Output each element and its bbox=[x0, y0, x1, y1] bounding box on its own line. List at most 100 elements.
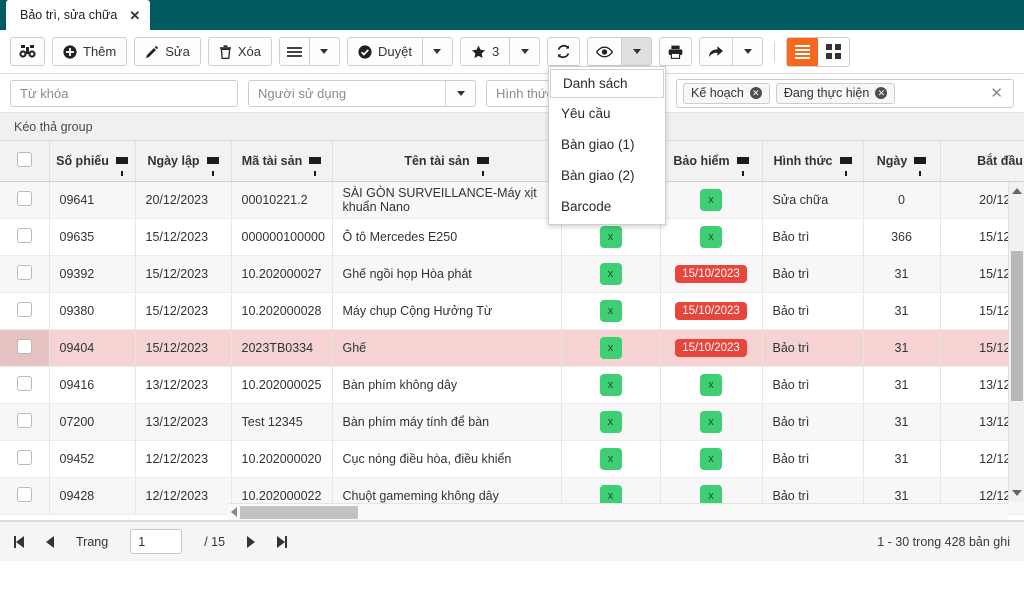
table-row[interactable]: 09641 20/12/2023 00010221.2 SÀI GÒN SURVEIL… bbox=[0, 181, 1024, 219]
filter-bar: Từ khóa Người sử dụng Hình thức Kế hoạch… bbox=[0, 74, 1024, 113]
row-checkbox-cell[interactable] bbox=[0, 403, 50, 441]
menu-item-2[interactable]: Bàn giao (1) bbox=[549, 129, 665, 160]
eye-button[interactable] bbox=[587, 37, 623, 66]
row-checkbox[interactable] bbox=[16, 375, 32, 391]
approve-caret[interactable] bbox=[422, 37, 453, 66]
page-input[interactable] bbox=[130, 529, 183, 554]
table-row[interactable]: 09452 12/12/2023 10.202000020 Cục nóng điều… bbox=[0, 440, 1024, 478]
delete-button[interactable]: Xóa bbox=[207, 37, 272, 66]
filter-icon[interactable] bbox=[736, 157, 749, 177]
user-select[interactable]: Người sử dụng bbox=[248, 79, 476, 107]
share-caret[interactable] bbox=[733, 37, 764, 66]
col-bat-dau[interactable]: Bắt đầu bbox=[940, 141, 1024, 182]
row-checkbox[interactable] bbox=[16, 301, 32, 317]
filter-icon[interactable] bbox=[206, 157, 219, 177]
tag-dang-thuc-hien[interactable]: Đang thực hiện ✕ bbox=[775, 82, 896, 104]
view-list-button[interactable] bbox=[787, 37, 819, 66]
list-menu-button[interactable] bbox=[278, 37, 310, 66]
star-button[interactable]: 3 bbox=[459, 37, 511, 66]
approve-button[interactable]: Duyệt bbox=[346, 37, 423, 66]
add-button[interactable]: Thêm bbox=[52, 37, 128, 66]
row-checkbox[interactable] bbox=[16, 190, 32, 206]
star-caret[interactable] bbox=[510, 37, 541, 66]
insurance-date-badge: 15/10/2023 bbox=[675, 338, 747, 357]
col-ngay-lap[interactable]: Ngày lập bbox=[135, 141, 232, 182]
col-ten-tai-san[interactable]: Tên tài sản bbox=[332, 141, 562, 182]
table-row[interactable]: 09380 15/12/2023 10.202000028 Máy chụp Cộng… bbox=[0, 292, 1024, 330]
prev-page-button[interactable] bbox=[46, 535, 54, 548]
close-icon[interactable]: ✕ bbox=[129, 9, 140, 22]
horizontal-scrollbar[interactable] bbox=[228, 503, 1008, 520]
share-group bbox=[699, 37, 764, 66]
chevron-down-icon[interactable] bbox=[445, 80, 475, 106]
col-hinh-thuc[interactable]: Hình thức bbox=[762, 141, 864, 182]
menu-item-4[interactable]: Barcode bbox=[549, 191, 665, 222]
first-page-button[interactable] bbox=[14, 535, 24, 548]
row-checkbox[interactable] bbox=[16, 338, 32, 354]
filter-icon[interactable] bbox=[839, 157, 852, 177]
cell-bao-hiem: x bbox=[660, 440, 763, 478]
table-row[interactable]: 07200 13/12/2023 Test 12345 Bàn phím máy tí… bbox=[0, 403, 1024, 441]
tag-remove-icon[interactable]: ✕ bbox=[875, 87, 888, 99]
print-button[interactable] bbox=[659, 37, 693, 66]
vertical-scrollbar[interactable] bbox=[1008, 182, 1024, 502]
status-tag-box[interactable]: Kế hoạch ✕ Đang thực hiện ✕ ✕ bbox=[676, 78, 1014, 108]
keyword-input[interactable]: Từ khóa bbox=[10, 79, 238, 107]
menu-item-0[interactable]: Danh sách bbox=[550, 69, 664, 98]
col-so-phieu[interactable]: Số phiếu bbox=[49, 141, 136, 182]
col-ma-tai-san[interactable]: Mã tài sản bbox=[231, 141, 333, 182]
row-checkbox[interactable] bbox=[16, 449, 32, 465]
row-checkbox[interactable] bbox=[16, 227, 32, 243]
row-checkbox-cell[interactable] bbox=[0, 255, 50, 293]
status-badge: x bbox=[599, 225, 622, 248]
cell-ngay: 31 bbox=[863, 403, 941, 441]
row-checkbox[interactable] bbox=[16, 486, 32, 502]
search-button[interactable] bbox=[10, 37, 45, 66]
row-checkbox-cell[interactable] bbox=[0, 477, 50, 515]
filter-icon[interactable] bbox=[309, 157, 322, 177]
tag-remove-icon[interactable]: ✕ bbox=[749, 87, 762, 99]
tab-bao-tri-sua-chua[interactable]: Bảo trì, sửa chữa ✕ bbox=[6, 0, 151, 30]
table-row[interactable]: 09416 13/12/2023 10.202000025 Bàn phím khôn… bbox=[0, 366, 1024, 404]
scroll-left-icon[interactable] bbox=[231, 507, 237, 517]
refresh-button[interactable] bbox=[547, 37, 581, 66]
scroll-up-icon[interactable] bbox=[1012, 188, 1022, 194]
table-row[interactable]: 09404 15/12/2023 2023TB0334 Ghế x 15/10/2023 B… bbox=[0, 329, 1024, 367]
horizontal-scroll-thumb[interactable] bbox=[240, 505, 358, 519]
table-row[interactable]: 09392 15/12/2023 10.202000027 Ghế ngồi họp … bbox=[0, 255, 1024, 293]
menu-item-3[interactable]: Bàn giao (2) bbox=[549, 160, 665, 191]
row-checkbox-cell[interactable] bbox=[0, 329, 50, 367]
row-checkbox-cell[interactable] bbox=[0, 181, 50, 219]
filter-icon[interactable] bbox=[476, 157, 489, 177]
share-button[interactable] bbox=[699, 37, 734, 66]
filter-icon[interactable] bbox=[914, 157, 927, 177]
row-checkbox-cell[interactable] bbox=[0, 292, 50, 330]
col-bao-hiem[interactable]: Bảo hiểm bbox=[660, 141, 763, 182]
tag-ke-hoach[interactable]: Kế hoạch ✕ bbox=[683, 82, 770, 104]
clear-all-tags-icon[interactable]: ✕ bbox=[990, 84, 1007, 102]
row-checkbox[interactable] bbox=[16, 264, 32, 280]
edit-button[interactable]: Sửa bbox=[134, 37, 201, 66]
select-all-checkbox[interactable] bbox=[16, 151, 32, 167]
next-page-button[interactable] bbox=[247, 535, 256, 548]
row-checkbox[interactable] bbox=[16, 412, 32, 428]
list-menu-caret[interactable] bbox=[309, 37, 340, 66]
table-row[interactable]: 09635 15/12/2023 000000100000 Ô tô Mercedes… bbox=[0, 218, 1024, 256]
cell-ten-tai-san: Ghế ngồi họp Hòa phát bbox=[332, 255, 562, 293]
col-ngay[interactable]: Ngày bbox=[863, 141, 941, 182]
row-checkbox-cell[interactable] bbox=[0, 218, 50, 256]
row-checkbox-cell[interactable] bbox=[0, 366, 50, 404]
approve-label: Duyệt bbox=[377, 44, 412, 59]
tag-label: Kế hoạch bbox=[691, 86, 744, 100]
row-checkbox-cell[interactable] bbox=[0, 440, 50, 478]
scroll-down-icon[interactable] bbox=[1012, 490, 1022, 496]
last-page-button[interactable] bbox=[277, 535, 288, 548]
eye-caret[interactable] bbox=[622, 37, 653, 66]
page-label: Trang bbox=[76, 534, 109, 549]
vertical-scroll-thumb[interactable] bbox=[1011, 251, 1023, 401]
filter-icon[interactable] bbox=[115, 157, 128, 177]
group-drop-area[interactable]: Kéo thả group bbox=[0, 113, 1024, 141]
menu-item-1[interactable]: Yêu cầu bbox=[549, 98, 665, 129]
total-pages: / 15 bbox=[204, 534, 226, 549]
view-grid-button[interactable] bbox=[818, 37, 850, 66]
